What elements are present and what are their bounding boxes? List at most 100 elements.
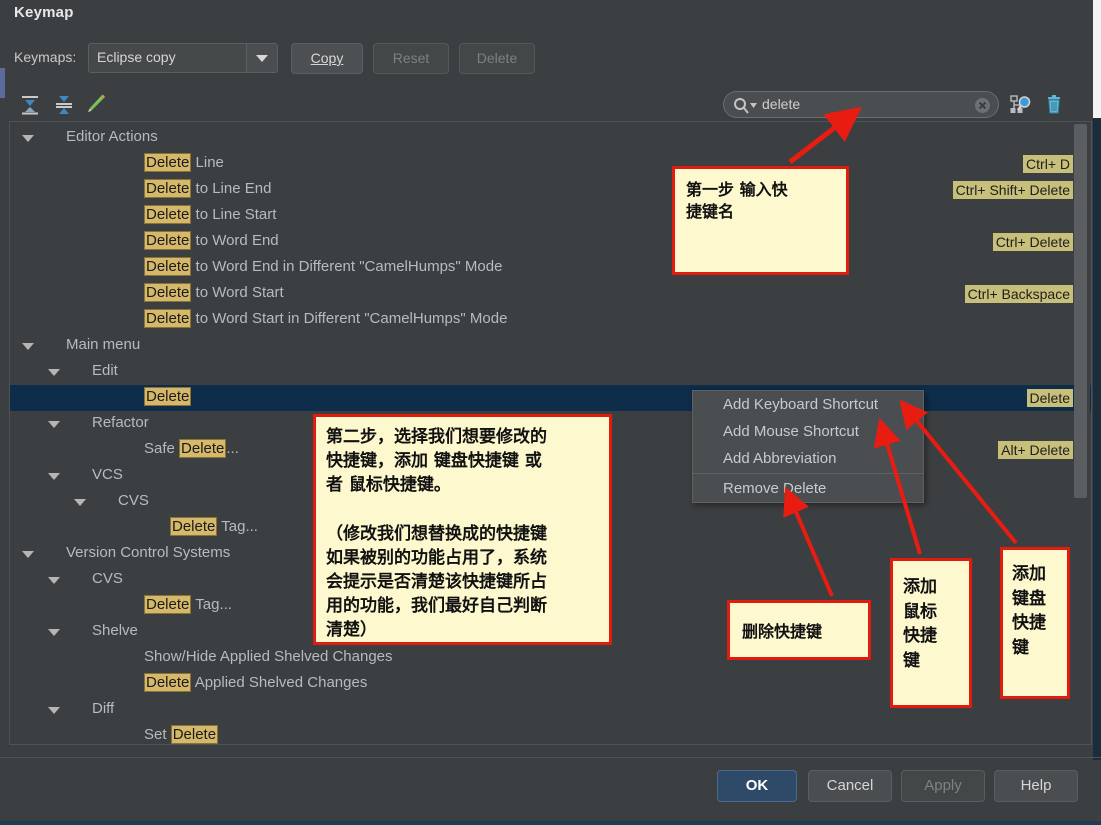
chevron-down-icon[interactable]	[48, 421, 60, 428]
tree-row-label: CVS	[118, 492, 149, 509]
delete-keymap-button[interactable]: Delete	[459, 43, 535, 74]
tree-row-label: Show/Hide Applied Shelved Changes	[144, 648, 393, 665]
help-button[interactable]: Help	[994, 770, 1078, 802]
dialog-title: Keymap	[14, 4, 74, 21]
expand-all-icon[interactable]	[18, 92, 42, 116]
cancel-button[interactable]: Cancel	[808, 770, 892, 802]
tree-row-label: Delete to Word End in Different "CamelHu…	[144, 257, 503, 276]
tree-row[interactable]: Main menu	[10, 333, 1091, 359]
reset-button[interactable]: Reset	[373, 43, 449, 74]
tree-row[interactable]: Set Delete	[10, 723, 1091, 744]
window-left-edge	[0, 0, 9, 825]
chevron-down-icon[interactable]	[48, 707, 60, 714]
tree-row-label: Delete Line	[144, 153, 224, 172]
search-match-highlight: Delete	[144, 153, 192, 172]
search-match-highlight: Delete	[170, 725, 219, 744]
window-right-dark-edge	[1093, 118, 1101, 760]
context-menu-item[interactable]: Add Abbreviation	[693, 445, 923, 472]
search-match-highlight: Delete	[144, 673, 192, 692]
chevron-down-icon[interactable]	[48, 473, 60, 480]
find-in-hierarchy-icon[interactable]	[1009, 93, 1033, 117]
shortcut-badge: Ctrl+ Delete	[992, 233, 1073, 251]
annotation-note-step2: 第二步，选择我们想要修改的 快捷键，添加 键盘快捷键 或 者 鼠标快捷键。 （修…	[313, 414, 612, 645]
tree-row[interactable]: Delete Line Ctrl+ D	[10, 151, 1091, 177]
tree-row-label: Safe Delete...	[144, 439, 239, 458]
tree-row-label: Set Delete	[144, 725, 219, 744]
search-icon[interactable]	[732, 96, 758, 120]
context-menu-separator	[693, 473, 923, 474]
shortcut-badge: Delete	[1026, 389, 1073, 407]
collapse-all-icon[interactable]	[52, 92, 76, 116]
chevron-down-icon[interactable]	[74, 499, 86, 506]
close-icon[interactable]	[974, 97, 991, 119]
tree-row-label: Main menu	[66, 336, 141, 353]
footer-divider	[0, 757, 1101, 758]
tree-row[interactable]: Editor Actions	[10, 125, 1091, 151]
tree-row-label: Diff	[92, 700, 115, 717]
window-bottom-edge	[0, 821, 1101, 825]
tree-scrollbar-thumb[interactable]	[1074, 124, 1087, 498]
annotation-note-add-keyboard-shortcut: 添加 键盘 快捷 键	[1000, 547, 1070, 699]
annotation-note-step1: 第一步 输入快 捷键名	[672, 166, 849, 275]
tree-row[interactable]: Delete to Word End Ctrl+ Delete	[10, 229, 1091, 255]
tree-row[interactable]: Delete to Word Start in Different "Camel…	[10, 307, 1091, 333]
edit-pencil-icon[interactable]	[84, 92, 108, 116]
context-menu-item[interactable]: Add Keyboard Shortcut	[693, 391, 923, 418]
search-match-highlight: Delete	[144, 205, 192, 224]
search-match-highlight: Delete	[144, 309, 192, 328]
tree-row-label: Shelve	[92, 622, 138, 639]
tree-row-label: Delete to Line End	[144, 179, 272, 198]
tree-row-label: Delete to Line Start	[144, 205, 277, 224]
tree-row-label: Delete	[144, 387, 192, 406]
annotation-note-remove-shortcut: 删除快捷键	[727, 600, 871, 660]
tree-row[interactable]: Delete to Line End Ctrl+ Shift+ Delete	[10, 177, 1091, 203]
tree-row-label: Editor Actions	[66, 128, 158, 145]
keymap-select-value: Eclipse copy	[97, 49, 176, 65]
shortcut-badge: Ctrl+ D	[1023, 155, 1073, 173]
chevron-down-icon[interactable]	[48, 629, 60, 636]
annotation-note-add-mouse-shortcut: 添加 鼠标 快捷 键	[890, 558, 972, 708]
keymap-select[interactable]: Eclipse copy	[88, 43, 278, 73]
search-match-highlight: Delete	[144, 595, 192, 614]
tree-row-label: VCS	[92, 466, 123, 483]
tree-scrollbar[interactable]	[1074, 122, 1090, 744]
tree-row[interactable]: Delete to Word Start Ctrl+ Backspace	[10, 281, 1091, 307]
tree-row[interactable]: Delete Delete	[10, 385, 1091, 411]
context-menu-item[interactable]: Remove Delete	[693, 475, 923, 502]
search-match-highlight: Delete	[144, 231, 192, 250]
search-input[interactable]: delete	[723, 91, 999, 118]
search-match-highlight: Delete	[170, 517, 218, 536]
tree-row-label: Delete Applied Shelved Changes	[144, 673, 368, 692]
tree-row-label: Delete to Word End	[144, 231, 279, 250]
chevron-down-icon[interactable]	[22, 135, 34, 142]
tree-row[interactable]: Edit	[10, 359, 1091, 385]
chevron-down-icon[interactable]	[22, 551, 34, 558]
search-value: delete	[762, 96, 801, 112]
tree-row-label: Version Control Systems	[66, 544, 231, 561]
apply-button[interactable]: Apply	[901, 770, 985, 802]
chevron-down-icon[interactable]	[22, 343, 34, 350]
search-match-highlight: Delete	[144, 387, 192, 406]
shortcut-badge: Alt+ Delete	[998, 441, 1073, 459]
search-match-highlight: Delete	[179, 439, 227, 458]
shortcut-context-menu[interactable]: Add Keyboard Shortcut Add Mouse Shortcut A…	[692, 390, 924, 503]
tree-row[interactable]: Delete to Word End in Different "CamelHu…	[10, 255, 1091, 281]
keymap-dialog: Keymap Keymaps: Eclipse copy Copy Reset …	[0, 0, 1101, 825]
shortcut-badge: Ctrl+ Shift+ Delete	[952, 181, 1073, 199]
tree-row-label: Refactor	[92, 414, 149, 431]
context-menu-item[interactable]: Add Mouse Shortcut	[693, 418, 923, 445]
chevron-down-icon[interactable]	[48, 369, 60, 376]
tree-row-label: Edit	[92, 362, 118, 379]
trash-icon[interactable]	[1042, 93, 1066, 117]
tree-row-label: Delete to Word Start	[144, 283, 284, 302]
ok-button[interactable]: OK	[717, 770, 797, 802]
chevron-down-icon[interactable]	[246, 44, 277, 72]
copy-button[interactable]: Copy	[291, 43, 363, 74]
tree-row[interactable]: Delete to Line Start	[10, 203, 1091, 229]
tree-row-label: Delete to Word Start in Different "Camel…	[144, 309, 508, 328]
search-match-highlight: Delete	[144, 179, 192, 198]
keymaps-label: Keymaps:	[14, 49, 77, 65]
tree-row-label: CVS	[92, 570, 123, 587]
chevron-down-icon[interactable]	[48, 577, 60, 584]
tree-row-label: Delete Tag...	[144, 595, 232, 614]
